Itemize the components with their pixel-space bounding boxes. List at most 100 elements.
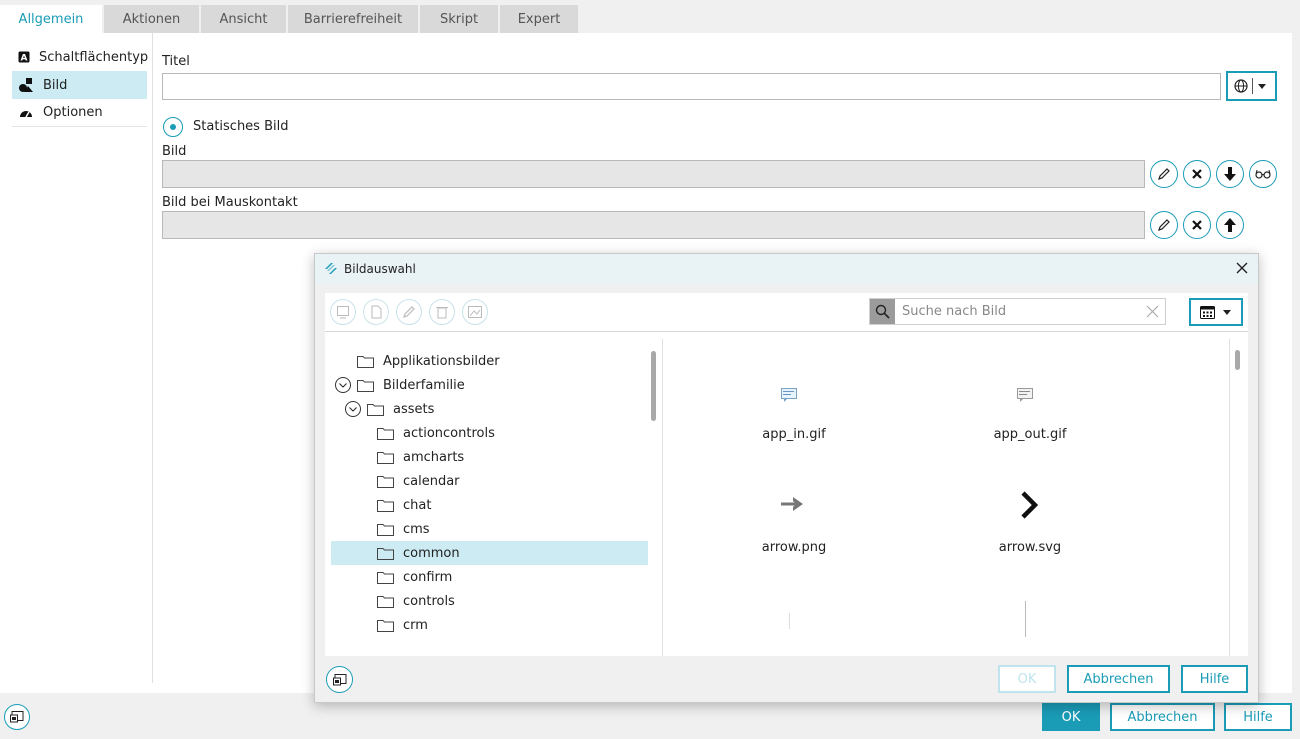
tree-item-calendar[interactable]: calendar bbox=[331, 469, 648, 493]
pencil-icon bbox=[1157, 167, 1171, 181]
new-image-icon bbox=[336, 305, 350, 319]
image-label: Bild bbox=[162, 144, 187, 159]
tree-item-confirm[interactable]: confirm bbox=[331, 565, 648, 589]
chevron-down-icon bbox=[1223, 309, 1231, 315]
file-name[interactable]: app_out.gif bbox=[930, 427, 1130, 442]
tab-allgemein[interactable]: Allgemein bbox=[0, 5, 104, 33]
close-icon[interactable] bbox=[1234, 260, 1250, 276]
tree-item-applikationsbilder[interactable]: Applikationsbilder bbox=[331, 349, 648, 373]
divider bbox=[1252, 78, 1253, 94]
clear-hover-image-button[interactable] bbox=[1183, 211, 1211, 239]
help-button[interactable]: Hilfe bbox=[1224, 703, 1292, 731]
edit-button[interactable] bbox=[396, 299, 422, 325]
collapse-icon[interactable] bbox=[345, 401, 361, 417]
file-name[interactable]: arrow.png bbox=[694, 540, 894, 555]
static-image-radio[interactable] bbox=[163, 117, 183, 137]
tab-barrierefreiheit[interactable]: Barrierefreiheit bbox=[288, 5, 420, 33]
tree-scrollbar[interactable] bbox=[651, 351, 656, 421]
delete-button[interactable] bbox=[429, 299, 455, 325]
tab-expert[interactable]: Expert bbox=[500, 5, 580, 33]
pencil-icon bbox=[402, 305, 416, 319]
download-image-button[interactable] bbox=[1216, 160, 1244, 188]
clear-search-icon[interactable] bbox=[1146, 305, 1159, 318]
tree-item-crm[interactable]: crm bbox=[331, 613, 648, 637]
app-in-thumbnail-icon[interactable] bbox=[781, 387, 797, 403]
upload-hover-image-button[interactable] bbox=[1216, 211, 1244, 239]
tree-item-label: confirm bbox=[403, 569, 453, 585]
image-picker-dialog: Bildauswahl Suche nach Bild Applikations… bbox=[314, 253, 1259, 703]
image-grid: app_in.gif app_out.gif arrow.png arrow.s… bbox=[664, 339, 1248, 656]
tree-item-chat[interactable]: chat bbox=[331, 493, 648, 517]
image-search bbox=[869, 298, 1166, 325]
hover-image-field[interactable] bbox=[162, 211, 1145, 239]
cancel-button[interactable]: Abbrechen bbox=[1110, 703, 1215, 731]
folder-icon bbox=[357, 355, 374, 368]
edit-hover-image-button[interactable] bbox=[1150, 211, 1178, 239]
folder-icon bbox=[377, 499, 394, 512]
edit-image-button[interactable] bbox=[1150, 160, 1178, 188]
sidebar-item-optionen[interactable]: Optionen bbox=[12, 99, 147, 127]
folder-icon bbox=[377, 595, 394, 608]
dialog-help-button[interactable]: Hilfe bbox=[1181, 665, 1248, 693]
search-input[interactable] bbox=[902, 302, 1132, 321]
tab-skript[interactable]: Skript bbox=[420, 5, 500, 33]
tree-item-cms[interactable]: cms bbox=[331, 517, 648, 541]
clear-image-button[interactable] bbox=[1183, 160, 1211, 188]
collapse-icon[interactable] bbox=[335, 377, 351, 393]
tree-item-assets[interactable]: assets bbox=[331, 397, 648, 421]
add-file-icon bbox=[369, 305, 383, 319]
sidebar-item-bild[interactable]: Bild bbox=[12, 71, 147, 99]
tree-item-label: common bbox=[403, 545, 460, 561]
tab-aktionen[interactable]: Aktionen bbox=[104, 5, 201, 33]
tab-ansicht[interactable]: Ansicht bbox=[201, 5, 288, 33]
new-image-button[interactable] bbox=[330, 299, 356, 325]
ok-button[interactable]: OK bbox=[1042, 703, 1100, 731]
language-dropdown-button[interactable] bbox=[1226, 71, 1277, 101]
chevron-right-icon[interactable] bbox=[1020, 490, 1038, 520]
static-image-label: Statisches Bild bbox=[193, 119, 289, 134]
tree-item-common[interactable]: common bbox=[331, 541, 648, 565]
title-input[interactable] bbox=[162, 73, 1221, 100]
tree-item-bilderfamilie[interactable]: Bilderfamilie bbox=[331, 373, 648, 397]
file-name[interactable]: app_in.gif bbox=[694, 427, 894, 442]
tree-item-controls[interactable]: controls bbox=[331, 589, 648, 613]
tree-item-label: cms bbox=[403, 521, 430, 537]
dialog-window-mode-button[interactable] bbox=[326, 666, 353, 693]
file-name[interactable]: arrow.svg bbox=[930, 540, 1130, 555]
dialog-body: Applikationsbilder Bilderfamilie assets … bbox=[325, 293, 1248, 656]
preview-image-button[interactable] bbox=[1249, 160, 1277, 188]
app-out-thumbnail-icon[interactable] bbox=[1017, 387, 1033, 403]
thumbnail-partial bbox=[1025, 601, 1026, 637]
arrow-down-icon bbox=[1224, 167, 1236, 181]
image-shapes-icon bbox=[18, 77, 34, 93]
thumbnail-partial bbox=[789, 613, 790, 629]
sidebar-item-schaltflaechentyp[interactable]: A Schaltflächentyp bbox=[12, 43, 149, 71]
folder-icon bbox=[357, 379, 374, 392]
sidebar-item-label: Schaltflächentyp bbox=[39, 49, 149, 65]
add-file-button[interactable] bbox=[363, 299, 389, 325]
tree-item-amcharts[interactable]: amcharts bbox=[331, 445, 648, 469]
tree-item-actioncontrols[interactable]: actioncontrols bbox=[331, 421, 648, 445]
tree-item-label: crm bbox=[403, 617, 428, 633]
dialog-titlebar: Bildauswahl bbox=[315, 254, 1258, 284]
search-icon[interactable] bbox=[870, 299, 895, 324]
button-type-icon: A bbox=[18, 49, 30, 65]
dialog-ok-button[interactable]: OK bbox=[998, 665, 1056, 693]
arrow-right-gray-icon[interactable] bbox=[780, 496, 804, 512]
image-field[interactable] bbox=[162, 160, 1145, 188]
grid-scroll-track bbox=[1229, 339, 1230, 656]
sidebar: A Schaltflächentyp Bild Optionen bbox=[0, 33, 153, 683]
grid-scrollbar[interactable] bbox=[1235, 350, 1240, 370]
svg-text:A: A bbox=[21, 54, 28, 64]
window-mode-button[interactable] bbox=[4, 704, 30, 730]
tree-item-label: Bilderfamilie bbox=[383, 377, 465, 393]
hover-image-label: Bild bei Mauskontakt bbox=[162, 195, 298, 210]
chevron-down-icon bbox=[1258, 83, 1266, 89]
view-mode-dropdown[interactable] bbox=[1189, 298, 1243, 326]
dialog-cancel-button[interactable]: Abbrechen bbox=[1067, 665, 1170, 693]
image-properties-button[interactable] bbox=[462, 299, 488, 325]
tab-bar: Allgemein Aktionen Ansicht Barrierefreih… bbox=[0, 0, 1300, 33]
tree-item-label: Applikationsbilder bbox=[383, 353, 500, 369]
tree-item-label: amcharts bbox=[403, 449, 465, 465]
toolbar-divider bbox=[325, 331, 1248, 332]
